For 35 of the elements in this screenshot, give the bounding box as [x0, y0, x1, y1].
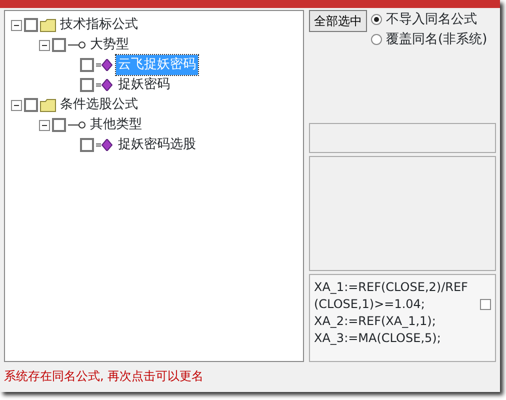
- tree-item[interactable]: 捉妖密码选股: [116, 135, 198, 155]
- diamond-icon: [96, 139, 114, 151]
- radio-label[interactable]: 覆盖同名(非系统): [386, 30, 488, 49]
- checkbox[interactable]: [480, 298, 491, 310]
- radio-button[interactable]: [371, 14, 382, 26]
- radio-button[interactable]: [371, 34, 382, 45]
- collapse-icon[interactable]: [39, 120, 50, 130]
- checkbox[interactable]: [52, 118, 66, 132]
- radio-label[interactable]: 不导入同名公式: [386, 10, 477, 30]
- collapse-icon[interactable]: [39, 40, 50, 50]
- collapse-icon[interactable]: [11, 100, 22, 110]
- checkbox[interactable]: [80, 78, 94, 92]
- status-message: 系统存在同名公式, 再次点击可以更名: [4, 368, 205, 385]
- checkbox[interactable]: [24, 98, 38, 112]
- code-line: XA_3:=MA(CLOSE,5);: [314, 330, 442, 347]
- folder-icon: [40, 18, 56, 32]
- code-line: (CLOSE,1)>=1.04;: [314, 296, 426, 313]
- tree-item[interactable]: 条件选股公式: [58, 95, 140, 115]
- code-line: XA_1:=REF(CLOSE,2)/REF: [314, 278, 468, 296]
- key-icon: [68, 41, 86, 49]
- diamond-icon: [96, 59, 114, 71]
- checkbox[interactable]: [24, 18, 38, 32]
- tree-item[interactable]: 技术指标公式: [58, 15, 140, 35]
- folder-icon: [40, 98, 56, 112]
- checkbox[interactable]: [80, 138, 94, 152]
- checkbox[interactable]: [52, 38, 66, 52]
- checkbox[interactable]: [80, 58, 94, 72]
- diamond-icon: [96, 79, 114, 91]
- tree-item[interactable]: 其他类型: [88, 115, 144, 135]
- collapse-icon[interactable]: [11, 20, 22, 30]
- select-all-button[interactable]: 全部选中: [309, 10, 367, 32]
- tree-item[interactable]: 捉妖密码: [116, 75, 172, 95]
- tree-item[interactable]: 大势型: [88, 35, 131, 55]
- key-icon: [68, 121, 86, 129]
- code-line: XA_2:=REF(XA_1,1);: [314, 312, 437, 330]
